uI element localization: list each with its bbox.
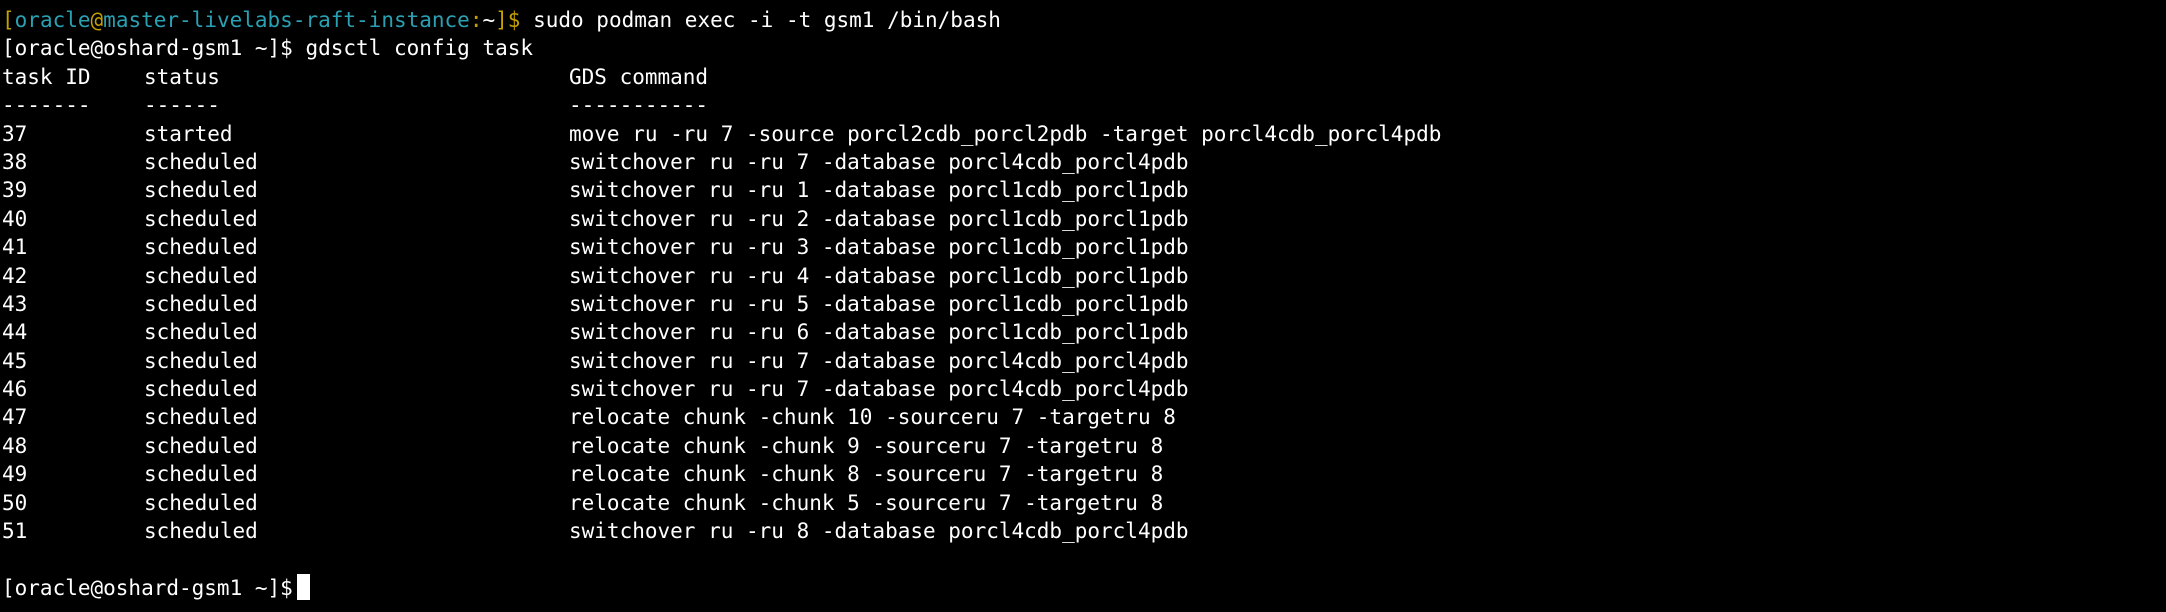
- header-status: status: [144, 64, 220, 89]
- prompt-host: master-livelabs-raft-instance: [103, 8, 470, 32]
- task-id-cell: 46: [2, 377, 28, 402]
- task-id-cell: 50: [2, 490, 28, 515]
- table-row: 51 scheduled switchover ru -ru 8 -database…: [2, 517, 2162, 545]
- header-task-id: task ID: [2, 64, 91, 89]
- gds-command-cell: relocate chunk -chunk 10 -sourceru 7 -ta…: [569, 405, 1176, 430]
- status-cell: scheduled: [144, 263, 258, 288]
- table-row: 37 started move ru -ru 7 -source porcl2cdb…: [2, 120, 2162, 148]
- gds-command-cell: switchover ru -ru 4 -database porcl1cdb_…: [569, 263, 1189, 288]
- prompt-colon: :: [469, 8, 483, 32]
- gds-command-cell: switchover ru -ru 6 -database porcl1cdb_…: [569, 320, 1189, 345]
- table-header-row: task ID status GDS command: [2, 63, 2162, 91]
- gdsctl-command: gdsctl config task: [292, 36, 534, 61]
- status-cell: scheduled: [144, 462, 258, 487]
- task-id-cell: 37: [2, 121, 28, 146]
- table-row: 47 scheduled relocate chunk -chunk 10 -sou…: [2, 403, 2162, 431]
- status-cell: scheduled: [144, 348, 258, 373]
- status-cell: scheduled: [144, 149, 258, 174]
- table-row: 50 scheduled relocate chunk -chunk 5 -sour…: [2, 489, 2162, 517]
- header-gds-command: GDS command: [569, 64, 709, 89]
- separator-status: ------: [144, 93, 220, 118]
- table-row: 38 scheduled switchover ru -ru 7 -database…: [2, 148, 2162, 176]
- table-row: 39 scheduled switchover ru -ru 1 -database…: [2, 176, 2162, 204]
- gds-command-cell: switchover ru -ru 7 -database porcl4cdb_…: [569, 149, 1189, 174]
- task-table-body: 37 started move ru -ru 7 -source porcl2cdb…: [2, 120, 2162, 546]
- table-row: 42 scheduled switchover ru -ru 4 -database…: [2, 262, 2162, 290]
- gds-command-cell: switchover ru -ru 1 -database porcl1cdb_…: [569, 178, 1189, 203]
- task-id-cell: 47: [2, 405, 28, 430]
- gds-command-cell: switchover ru -ru 8 -database porcl4cdb_…: [569, 519, 1189, 544]
- prompt-user: oracle: [14, 8, 91, 32]
- prompt-open-bracket: [: [2, 8, 15, 32]
- final-prompt-line[interactable]: [oracle@oshard-gsm1 ~]$: [2, 573, 2162, 602]
- gds-command-cell: switchover ru -ru 5 -database porcl1cdb_…: [569, 291, 1189, 316]
- status-cell: scheduled: [144, 405, 258, 430]
- gds-command-cell: relocate chunk -chunk 8 -sourceru 7 -tar…: [569, 462, 1164, 487]
- status-cell: scheduled: [144, 291, 258, 316]
- table-row: 41 scheduled switchover ru -ru 3 -database…: [2, 233, 2162, 261]
- gds-command-cell: move ru -ru 7 -source porcl2cdb_porcl2pd…: [569, 121, 1442, 146]
- status-cell: scheduled: [144, 206, 258, 231]
- gds-command-cell: switchover ru -ru 7 -database porcl4cdb_…: [569, 348, 1189, 373]
- table-row: 45 scheduled switchover ru -ru 7 -database…: [2, 347, 2162, 375]
- gds-command-cell: relocate chunk -chunk 9 -sourceru 7 -tar…: [569, 433, 1164, 458]
- gds-command-cell: switchover ru -ru 7 -database porcl4cdb_…: [569, 377, 1189, 402]
- status-cell: scheduled: [144, 235, 258, 260]
- terminal-cursor: [296, 573, 310, 600]
- prompt-path: ~: [482, 8, 496, 32]
- gsm-prompt: [oracle@oshard-gsm1 ~]$: [2, 36, 293, 61]
- task-id-cell: 44: [2, 320, 28, 345]
- separator-task-id: -------: [2, 93, 91, 118]
- terminal-window[interactable]: [oracle@master-livelabs-raft-instance:~]…: [2, 0, 2162, 612]
- gds-command-cell: switchover ru -ru 3 -database porcl1cdb_…: [569, 235, 1189, 260]
- task-id-cell: 39: [2, 178, 28, 203]
- status-cell: scheduled: [144, 433, 258, 458]
- status-cell: scheduled: [144, 320, 258, 345]
- table-row: 49 scheduled relocate chunk -chunk 8 -sour…: [2, 460, 2162, 488]
- table-row: 44 scheduled switchover ru -ru 6 -database…: [2, 318, 2162, 346]
- task-id-cell: 51: [2, 519, 28, 544]
- gds-command-cell: switchover ru -ru 2 -database porcl1cdb_…: [569, 206, 1189, 231]
- task-id-cell: 45: [2, 348, 28, 373]
- task-id-cell: 38: [2, 149, 28, 174]
- final-prompt: [oracle@oshard-gsm1 ~]$: [2, 575, 293, 600]
- table-row: 43 scheduled switchover ru -ru 5 -database…: [2, 290, 2162, 318]
- status-cell: started: [144, 121, 233, 146]
- status-cell: scheduled: [144, 490, 258, 515]
- gds-command-cell: relocate chunk -chunk 5 -sourceru 7 -tar…: [569, 490, 1164, 515]
- table-row: 48 scheduled relocate chunk -chunk 9 -sour…: [2, 432, 2162, 460]
- task-id-cell: 40: [2, 206, 28, 231]
- status-cell: scheduled: [144, 178, 258, 203]
- table-separator-row: ------- ------ -----------: [2, 91, 2162, 119]
- prompt-at: @: [90, 8, 104, 32]
- task-id-cell: 48: [2, 433, 28, 458]
- task-id-cell: 43: [2, 291, 28, 316]
- table-row: 40 scheduled switchover ru -ru 2 -database…: [2, 205, 2162, 233]
- command-line-podman: [oracle@master-livelabs-raft-instance:~]…: [2, 6, 2162, 34]
- separator-gds-command: -----------: [569, 93, 709, 118]
- command-line-gdsctl: [oracle@oshard-gsm1 ~]$ gdsctl config ta…: [2, 34, 2162, 62]
- podman-command: sudo podman exec -i -t gsm1 /bin/bash: [520, 8, 1001, 32]
- table-row: 46 scheduled switchover ru -ru 7 -database…: [2, 375, 2162, 403]
- task-id-cell: 42: [2, 263, 28, 288]
- prompt-close: ]$: [495, 8, 521, 32]
- task-id-cell: 49: [2, 462, 28, 487]
- task-id-cell: 41: [2, 235, 28, 260]
- status-cell: scheduled: [144, 519, 258, 544]
- status-cell: scheduled: [144, 377, 258, 402]
